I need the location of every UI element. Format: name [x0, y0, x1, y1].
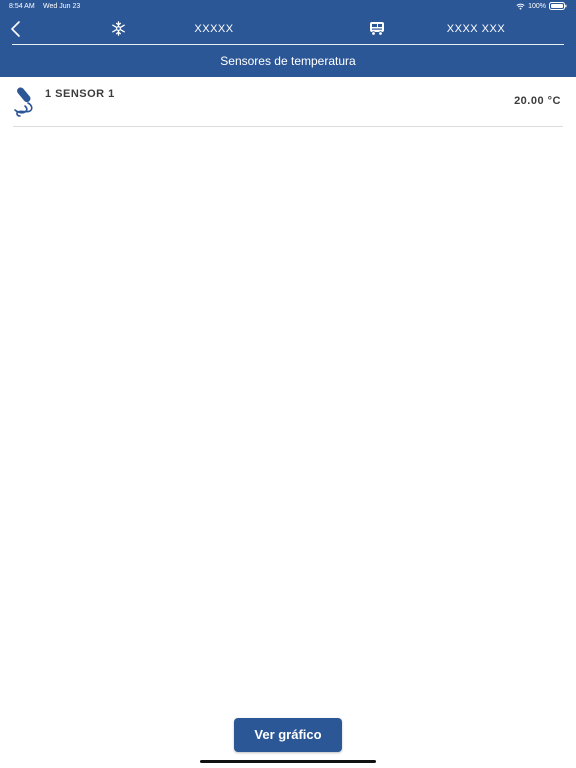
sensor-row[interactable]: 1 SENSOR 1 20.00 °C — [13, 80, 563, 127]
status-bar: 8:54 AM Wed Jun 23 100% — [0, 0, 576, 14]
sensor-temperature: 20.00 °C — [514, 95, 561, 107]
battery-percent: 100% — [528, 2, 546, 10]
status-time: 8:54 AM — [9, 3, 35, 10]
thermometer-probe-icon — [14, 87, 33, 117]
status-indicators: 100% — [516, 2, 567, 10]
sensor-name: 1 SENSOR 1 — [45, 88, 115, 100]
unit-name: XXXXX — [194, 23, 234, 35]
page-title: Sensores de temperatura — [220, 54, 356, 68]
vehicle-plate: XXXX XXX — [446, 23, 506, 35]
screen: 8:54 AM Wed Jun 23 100% XXXXX XXXX XXX S… — [0, 0, 576, 768]
view-chart-button[interactable]: Ver gráfico — [234, 718, 342, 752]
snowflake-icon — [112, 21, 125, 36]
header-divider — [12, 44, 564, 45]
header: 8:54 AM Wed Jun 23 100% XXXXX XXXX XXX S… — [0, 0, 576, 77]
truck-icon — [370, 22, 384, 36]
wifi-icon — [516, 3, 525, 10]
status-date: Wed Jun 23 — [43, 3, 81, 10]
chevron-left-icon — [11, 21, 20, 37]
nav-bar: XXXXX XXXX XXX — [0, 14, 576, 44]
back-button[interactable] — [8, 20, 24, 38]
home-indicator — [200, 760, 376, 763]
battery-icon — [549, 2, 567, 10]
